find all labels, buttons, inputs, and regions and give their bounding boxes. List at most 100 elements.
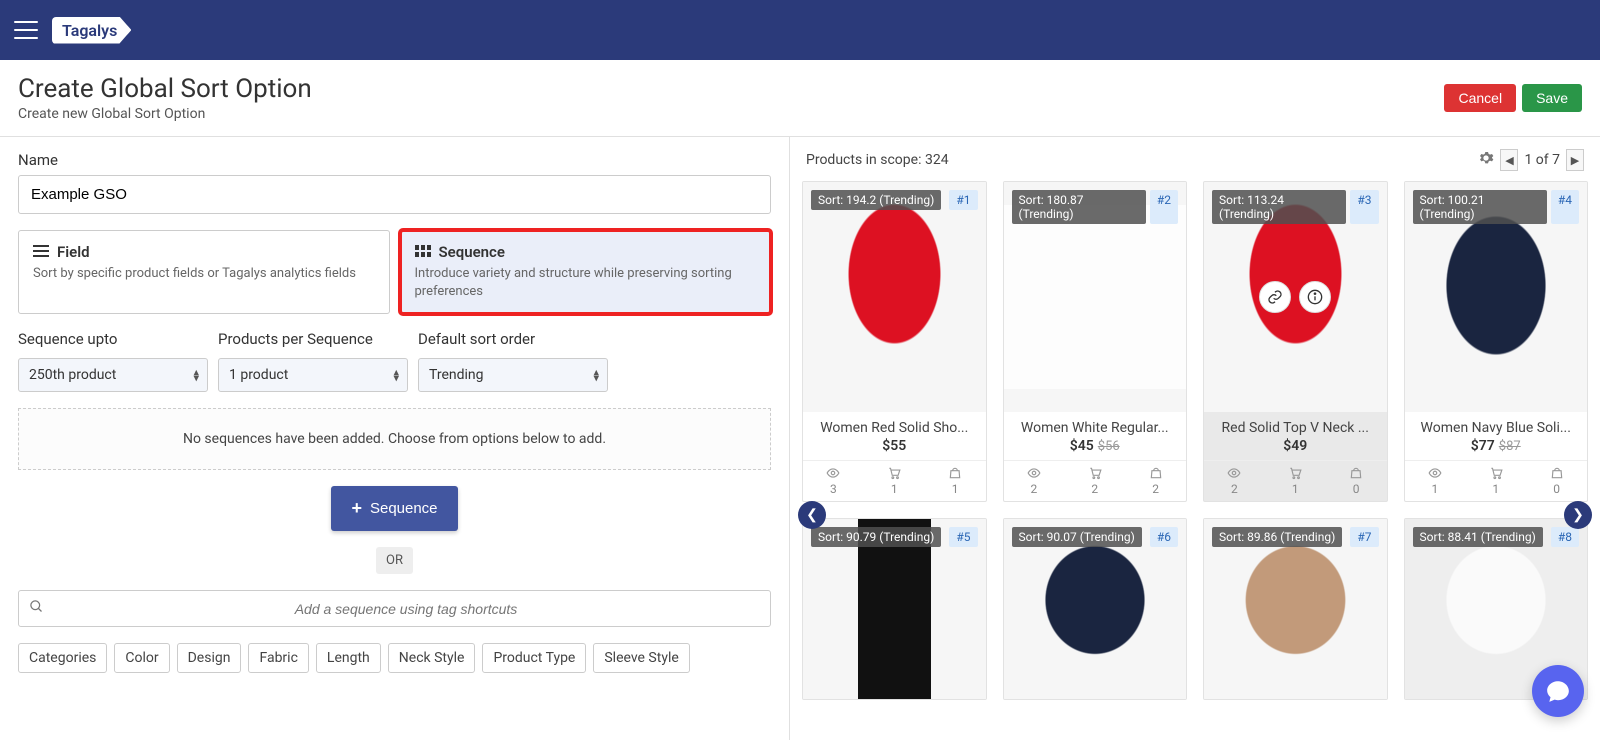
tag-shortcut[interactable]: Neck Style — [388, 643, 476, 673]
page-title: Create Global Sort Option — [18, 74, 312, 104]
product-price: $49 — [1204, 438, 1387, 460]
stat-views: 2 — [1004, 461, 1065, 501]
caret-icon: ▴▾ — [193, 370, 199, 381]
product-card[interactable]: Sort: 90.79 (Trending) #5 — [802, 518, 987, 700]
product-image: Sort: 90.07 (Trending) #6 — [1004, 519, 1187, 699]
product-card[interactable]: Sort: 89.86 (Trending) #7 — [1203, 518, 1388, 700]
preview-panel: Products in scope: 324 ◀ 1 of 7 ▶ ❮ ❯ So… — [790, 137, 1600, 740]
save-button[interactable]: Save — [1522, 84, 1582, 112]
stat-buys: 0 — [1326, 461, 1387, 501]
caret-icon: ▴▾ — [593, 370, 599, 381]
rank-badge: #6 — [1150, 527, 1178, 547]
gear-icon[interactable] — [1478, 150, 1494, 170]
product-image: Sort: 100.21 (Trending) #4 — [1405, 182, 1588, 412]
product-image: Sort: 113.24 (Trending) #3 — [1204, 182, 1387, 412]
product-image: Sort: 89.86 (Trending) #7 — [1204, 519, 1387, 699]
sort-score-badge: Sort: 88.41 (Trending) — [1413, 527, 1543, 547]
product-title: Women Red Solid Sho... — [803, 412, 986, 438]
tag-shortcut[interactable]: Color — [114, 643, 169, 673]
product-card[interactable]: Sort: 113.24 (Trending) #3 Red Solid Top… — [1203, 181, 1388, 502]
pager-prev[interactable]: ◀ — [1500, 149, 1518, 171]
product-stats: 2 2 2 — [1004, 460, 1187, 501]
caret-icon: ▴▾ — [393, 370, 399, 381]
rank-badge: #2 — [1150, 190, 1178, 224]
carousel-prev[interactable]: ❮ — [798, 501, 826, 529]
sort-score-badge: Sort: 194.2 (Trending) — [811, 190, 941, 210]
tag-search-bar[interactable] — [18, 590, 771, 627]
search-icon — [29, 599, 44, 618]
stat-buys: 1 — [925, 461, 986, 501]
product-title: Women White Regular... — [1004, 412, 1187, 438]
product-card[interactable]: Sort: 194.2 (Trending) #1 Women Red Soli… — [802, 181, 987, 502]
rank-badge: #4 — [1551, 190, 1579, 224]
pager-next[interactable]: ▶ — [1566, 149, 1584, 171]
stat-carts: 2 — [1064, 461, 1125, 501]
rank-badge: #1 — [949, 190, 977, 210]
product-price: $55 — [803, 438, 986, 460]
stat-views: 1 — [1405, 461, 1466, 501]
product-image: Sort: 194.2 (Trending) #1 — [803, 182, 986, 412]
empty-sequences-message: No sequences have been added. Choose fro… — [18, 408, 771, 470]
sort-score-badge: Sort: 180.87 (Trending) — [1012, 190, 1146, 224]
products-per-seq-select[interactable]: 1 product▴▾ — [218, 358, 408, 392]
product-title: Women Navy Blue Soli... — [1405, 412, 1588, 438]
tag-shortcut[interactable]: Sleeve Style — [593, 643, 689, 673]
sort-score-badge: Sort: 100.21 (Trending) — [1413, 190, 1547, 224]
rank-badge: #5 — [949, 527, 977, 547]
stat-views: 2 — [1204, 461, 1265, 501]
tag-shortcut[interactable]: Categories — [18, 643, 107, 673]
product-card[interactable]: Sort: 180.87 (Trending) #2 Women White R… — [1003, 181, 1188, 502]
carousel-next[interactable]: ❯ — [1564, 501, 1592, 529]
name-label: Name — [18, 151, 771, 169]
product-image: Sort: 180.87 (Trending) #2 — [1004, 182, 1187, 412]
stat-buys: 2 — [1125, 461, 1186, 501]
stat-buys: 0 — [1526, 461, 1587, 501]
stat-carts: 1 — [1265, 461, 1326, 501]
stat-carts: 1 — [864, 461, 925, 501]
name-input[interactable] — [18, 175, 771, 214]
stat-views: 3 — [803, 461, 864, 501]
field-option-desc: Sort by specific product fields or Tagal… — [33, 265, 375, 283]
product-price: $77$87 — [1405, 438, 1588, 460]
rank-badge: #8 — [1551, 527, 1579, 547]
product-title: Red Solid Top V Neck ... — [1204, 412, 1387, 438]
product-image: Sort: 90.79 (Trending) #5 — [803, 519, 986, 699]
sort-score-badge: Sort: 90.79 (Trending) — [811, 527, 941, 547]
products-per-seq-label: Products per Sequence — [218, 330, 408, 348]
sort-score-badge: Sort: 113.24 (Trending) — [1212, 190, 1346, 224]
tag-search-input[interactable] — [52, 601, 760, 617]
info-icon[interactable] — [1299, 281, 1331, 313]
product-price: $45$56 — [1004, 438, 1187, 460]
top-bar: Tagalys — [0, 0, 1600, 60]
page-header: Create Global Sort Option Create new Glo… — [0, 60, 1600, 137]
tag-shortcut[interactable]: Fabric — [248, 643, 308, 673]
tag-shortcut[interactable]: Design — [177, 643, 242, 673]
rank-badge: #3 — [1350, 190, 1378, 224]
product-card[interactable]: Sort: 90.07 (Trending) #6 — [1003, 518, 1188, 700]
product-stats: 3 1 1 — [803, 460, 986, 501]
or-divider: OR — [376, 547, 413, 574]
sequence-option-title: Sequence — [439, 243, 505, 261]
page-subtitle: Create new Global Sort Option — [18, 106, 312, 122]
sequence-upto-select[interactable]: 250th product▴▾ — [18, 358, 208, 392]
sequence-upto-label: Sequence upto — [18, 330, 208, 348]
tag-shortcut[interactable]: Length — [316, 643, 381, 673]
sequence-option-card[interactable]: Sequence Introduce variety and structure… — [400, 230, 772, 314]
menu-icon[interactable] — [14, 21, 38, 39]
pager-text: 1 of 7 — [1524, 152, 1560, 168]
tag-shortcut[interactable]: Product Type — [482, 643, 586, 673]
sequence-option-desc: Introduce variety and structure while pr… — [415, 265, 757, 301]
cancel-button[interactable]: Cancel — [1444, 84, 1516, 112]
product-stats: 2 1 0 — [1204, 460, 1387, 501]
logo[interactable]: Tagalys — [52, 17, 131, 44]
product-card[interactable]: Sort: 100.21 (Trending) #4 Women Navy Bl… — [1404, 181, 1589, 502]
products-in-scope: Products in scope: 324 — [806, 152, 949, 168]
default-sort-select[interactable]: Trending▴▾ — [418, 358, 608, 392]
sort-score-badge: Sort: 90.07 (Trending) — [1012, 527, 1142, 547]
link-icon[interactable] — [1259, 281, 1291, 313]
field-option-card[interactable]: Field Sort by specific product fields or… — [18, 230, 390, 314]
plus-icon: + — [351, 498, 362, 519]
add-sequence-button[interactable]: + Sequence — [331, 486, 457, 531]
chat-widget[interactable] — [1532, 665, 1584, 717]
grid-icon — [415, 245, 431, 259]
